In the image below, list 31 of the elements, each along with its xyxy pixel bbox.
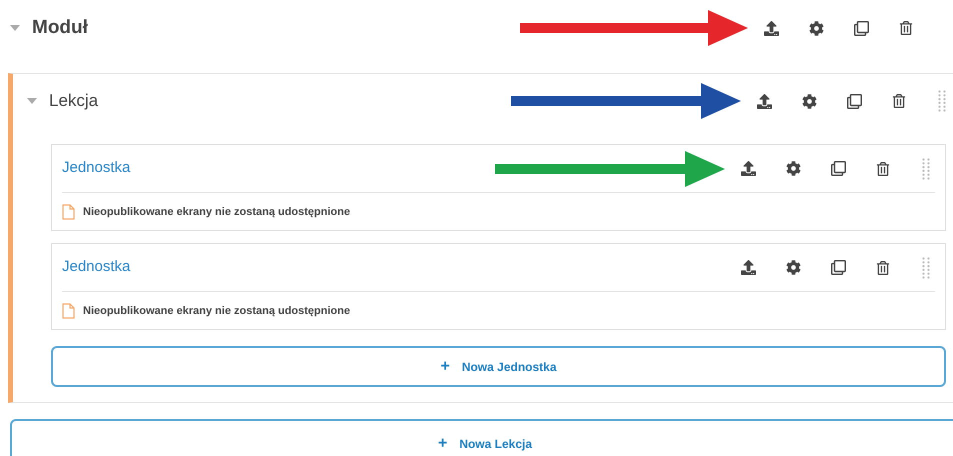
trash-icon [892,94,906,108]
plus-icon: + [438,436,448,452]
add-button[interactable]: + Nowa Lekcja [10,419,953,456]
upload-icon [757,94,772,108]
unpublished-notice: Nieopublikowane ekrany nie zostaną udostępnione [83,204,350,220]
unit-link[interactable]: Jednostka [62,256,130,279]
settings-icon [802,94,817,108]
settings-icon [809,20,824,36]
trash-icon [899,21,913,35]
upload-icon [764,20,779,36]
plus-icon: + [440,358,450,374]
copy-icon [854,20,869,36]
settings-icon [786,260,801,275]
lesson-title: Lekcja [49,90,98,112]
document-icon [62,204,75,220]
trash-icon [876,260,890,274]
upload-icon [741,161,756,176]
add-button[interactable]: + Nowa Jednostka [51,346,946,387]
module-title: Moduł [32,16,88,40]
drag-handle-icon[interactable] [922,158,930,180]
unpublished-notice: Nieopublikowane ekrany nie zostaną udostępnione [83,304,350,319]
copy-icon [847,94,862,108]
copy-icon [831,260,846,275]
drag-handle-icon[interactable] [922,256,930,278]
drag-handle-icon[interactable] [938,90,946,112]
upload-icon [741,260,756,275]
settings-icon [786,161,801,176]
document-icon [62,303,75,319]
unit-link[interactable]: Jednostka [62,157,130,180]
copy-icon [831,161,846,176]
trash-icon [876,162,890,176]
